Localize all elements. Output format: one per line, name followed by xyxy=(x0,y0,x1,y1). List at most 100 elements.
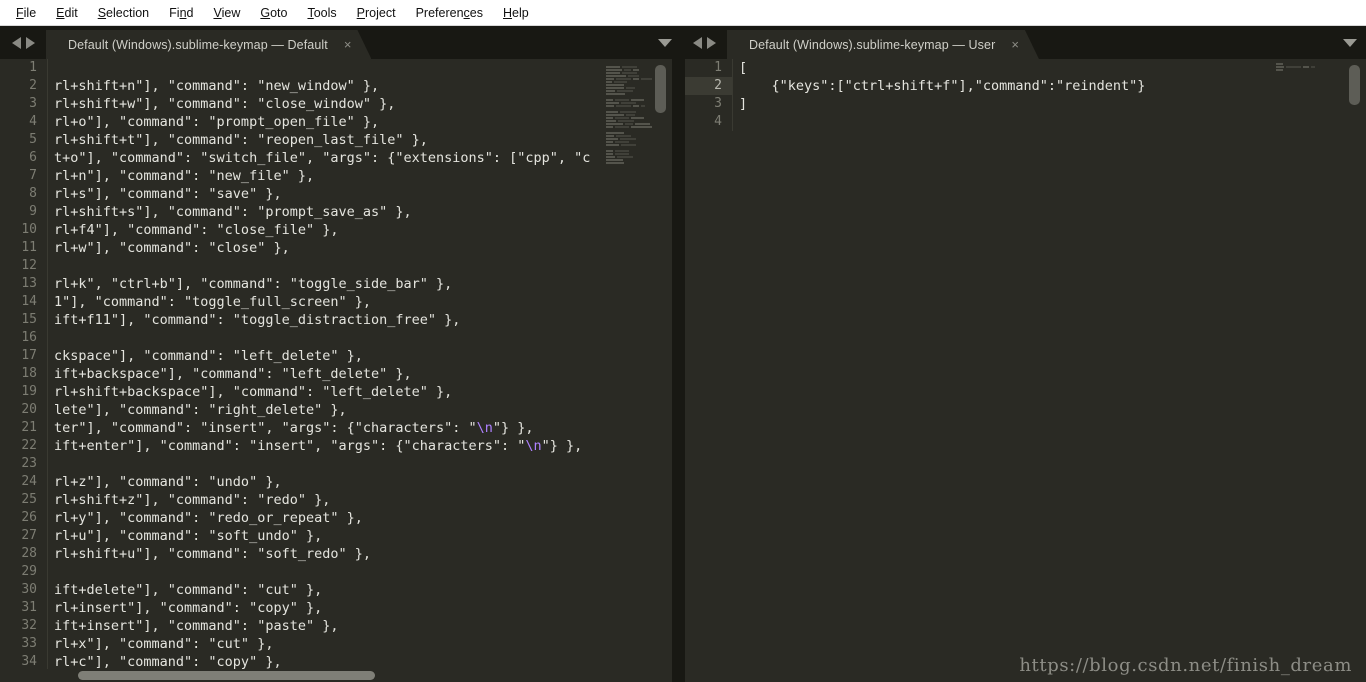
code-line-26[interactable]: 26 rl+y"], "command": "redo_or_repeat" }, xyxy=(0,509,604,527)
code-line-5[interactable]: 5 rl+shift+t"], "command": "reopen_last_f… xyxy=(0,131,604,149)
minimap-scrollbar-thumb[interactable] xyxy=(655,65,666,113)
code-line-27[interactable]: 27 rl+u"], "command": "soft_undo" }, xyxy=(0,527,604,545)
menu-item-find[interactable]: Find xyxy=(159,2,203,24)
close-icon[interactable]: × xyxy=(344,38,352,51)
menu-item-help[interactable]: Help xyxy=(493,2,539,24)
code-line-15[interactable]: 15 ift+f11"], "command": "toggle_distract… xyxy=(0,311,604,329)
minimap-line xyxy=(606,159,623,161)
minimap-line xyxy=(606,156,615,158)
pane-divider[interactable] xyxy=(672,59,685,682)
arrow-left-icon[interactable] xyxy=(11,36,21,49)
line-number: 5 xyxy=(0,131,48,149)
code-line-text: rl+insert"], "command": "copy" }, xyxy=(54,600,323,616)
code-line-19[interactable]: 19 rl+shift+backspace"], "command": "left… xyxy=(0,383,604,401)
menu-item-preferences[interactable]: Preferences xyxy=(406,2,493,24)
editor-pane-left[interactable]: 1 2 rl+shift+n"], "command": "new_window" … xyxy=(0,59,672,682)
code-line-4[interactable]: 4 xyxy=(685,113,1270,131)
code-line-22[interactable]: 22 ift+enter"], "command": "insert", "arg… xyxy=(0,437,604,455)
menu-item-project[interactable]: Project xyxy=(347,2,406,24)
editor-pane-right[interactable]: 1[2 {"keys":["ctrl+shift+f"],"command":"… xyxy=(685,59,1366,682)
code-line-6[interactable]: 6 t+o"], "command": "switch_file", "args"… xyxy=(0,149,604,167)
code-line-text xyxy=(48,257,54,275)
menu-item-tools[interactable]: Tools xyxy=(297,2,346,24)
line-number: 14 xyxy=(0,293,48,311)
line-number: 19 xyxy=(0,383,48,401)
minimap-left[interactable] xyxy=(604,59,672,682)
code-line-1[interactable]: 1 xyxy=(0,59,604,77)
code-line-8[interactable]: 8 rl+s"], "command": "save" }, xyxy=(0,185,604,203)
code-line-25[interactable]: 25 rl+shift+z"], "command": "redo" }, xyxy=(0,491,604,509)
code-line-23[interactable]: 23 xyxy=(0,455,604,473)
minimap-line xyxy=(606,162,624,164)
code-line-30[interactable]: 30 ift+delete"], "command": "cut" }, xyxy=(0,581,604,599)
minimap-line xyxy=(606,81,612,83)
menu-item-selection[interactable]: Selection xyxy=(88,2,159,24)
minimap-line xyxy=(631,117,644,119)
code-line-28[interactable]: 28 rl+shift+u"], "command": "soft_redo" }… xyxy=(0,545,604,563)
code-line-21[interactable]: 21 ter"], "command": "insert", "args": {"… xyxy=(0,419,604,437)
minimap-line xyxy=(606,123,623,125)
code-line-17[interactable]: 17 ckspace"], "command": "left_delete" }, xyxy=(0,347,604,365)
code-line-33[interactable]: 33 rl+x"], "command": "cut" }, xyxy=(0,635,604,653)
menu-item-goto[interactable]: Goto xyxy=(250,2,297,24)
horizontal-scrollbar-left[interactable] xyxy=(0,669,672,682)
tab-nav-arrows-right[interactable] xyxy=(681,26,727,59)
minimap-line xyxy=(620,138,636,140)
minimap-line xyxy=(606,90,615,92)
code-line-3[interactable]: 3 rl+shift+w"], "command": "close_window"… xyxy=(0,95,604,113)
code-line-text: ift+delete"], "command": "cut" }, xyxy=(54,582,323,598)
code-line-4[interactable]: 4 rl+o"], "command": "prompt_open_file" }… xyxy=(0,113,604,131)
code-line-text: rl+s"], "command": "save" }, xyxy=(54,186,282,202)
code-line-18[interactable]: 18 ift+backspace"], "command": "left_dele… xyxy=(0,365,604,383)
minimap-line xyxy=(620,111,636,113)
code-line-24[interactable]: 24 rl+z"], "command": "undo" }, xyxy=(0,473,604,491)
minimap-right[interactable] xyxy=(1270,59,1366,682)
code-line-12[interactable]: 12 xyxy=(0,257,604,275)
code-line-16[interactable]: 16 xyxy=(0,329,604,347)
code-line-7[interactable]: 7 rl+n"], "command": "new_file" }, xyxy=(0,167,604,185)
code-line-32[interactable]: 32 ift+insert"], "command": "paste" }, xyxy=(0,617,604,635)
chevron-down-icon[interactable] xyxy=(1342,35,1358,51)
code-line-text xyxy=(733,113,739,131)
minimap-scrollbar-thumb[interactable] xyxy=(1349,65,1360,105)
menu-item-view[interactable]: View xyxy=(203,2,250,24)
menu-item-file[interactable]: File xyxy=(6,2,46,24)
code-line-10[interactable]: 10 rl+f4"], "command": "close_file" }, xyxy=(0,221,604,239)
minimap-line xyxy=(606,87,624,89)
code-line-2[interactable]: 2 {"keys":["ctrl+shift+f"],"command":"re… xyxy=(685,77,1270,95)
chevron-down-icon[interactable] xyxy=(657,35,673,51)
tab-default-windows-sublime-keymap-default[interactable]: Default (Windows).sublime-keymap — Defau… xyxy=(46,30,371,59)
minimap-line xyxy=(606,69,622,71)
code-line-31[interactable]: 31 rl+insert"], "command": "copy" }, xyxy=(0,599,604,617)
tab-nav-arrows-left[interactable] xyxy=(0,26,46,59)
code-line-14[interactable]: 14 1"], "command": "toggle_full_screen" }… xyxy=(0,293,604,311)
minimap-line xyxy=(606,72,620,74)
code-area-right[interactable]: 1[2 {"keys":["ctrl+shift+f"],"command":"… xyxy=(685,59,1270,682)
arrow-left-icon[interactable] xyxy=(692,36,702,49)
minimap-line xyxy=(616,105,631,107)
code-line-2[interactable]: 2 rl+shift+n"], "command": "new_window" }… xyxy=(0,77,604,95)
minimap-line xyxy=(625,123,633,125)
code-line-20[interactable]: 20 lete"], "command": "right_delete" }, xyxy=(0,401,604,419)
code-line-1[interactable]: 1[ xyxy=(685,59,1270,77)
line-number: 28 xyxy=(0,545,48,563)
code-line-13[interactable]: 13 rl+k", "ctrl+b"], "command": "toggle_s… xyxy=(0,275,604,293)
code-line-text: rl+y"], "command": "redo_or_repeat" }, xyxy=(54,510,363,526)
code-line-11[interactable]: 11 rl+w"], "command": "close" }, xyxy=(0,239,604,257)
code-line-3[interactable]: 3] xyxy=(685,95,1270,113)
line-number: 1 xyxy=(0,59,48,77)
arrow-right-icon[interactable] xyxy=(25,36,35,49)
horizontal-scrollbar-thumb[interactable] xyxy=(78,671,375,680)
code-area-left[interactable]: 1 2 rl+shift+n"], "command": "new_window" … xyxy=(0,59,604,682)
menu-item-edit[interactable]: Edit xyxy=(46,2,88,24)
line-number: 16 xyxy=(0,329,48,347)
line-number: 20 xyxy=(0,401,48,419)
minimap-line xyxy=(614,81,627,83)
arrow-right-icon[interactable] xyxy=(706,36,716,49)
minimap-line xyxy=(606,111,618,113)
line-number: 29 xyxy=(0,563,48,581)
close-icon[interactable]: × xyxy=(1011,38,1019,51)
code-line-9[interactable]: 9 rl+shift+s"], "command": "prompt_save_a… xyxy=(0,203,604,221)
tab-default-windows-sublime-keymap-user[interactable]: Default (Windows).sublime-keymap — User … xyxy=(727,30,1039,59)
code-line-29[interactable]: 29 xyxy=(0,563,604,581)
